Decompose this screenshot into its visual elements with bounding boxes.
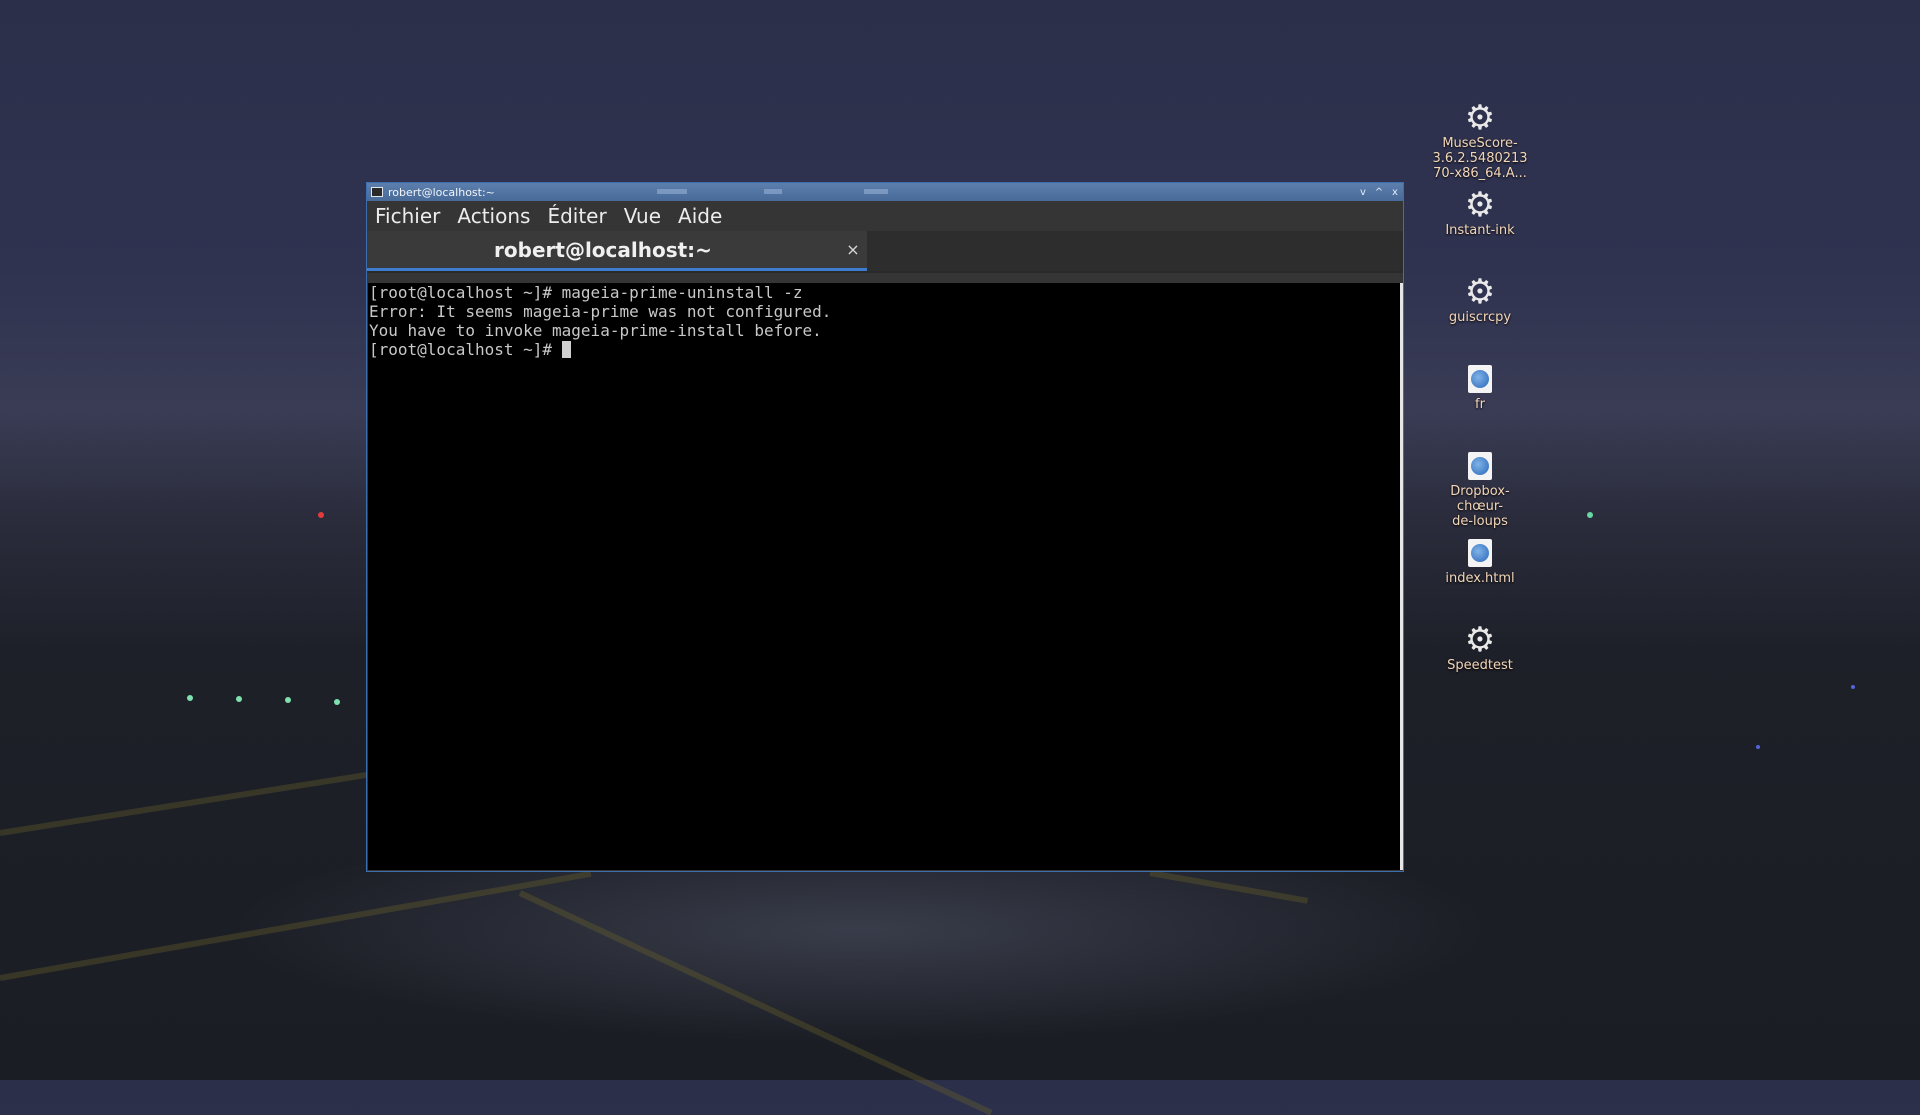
tab-close-icon[interactable]: × bbox=[839, 240, 867, 259]
desktop-icon-label: MuseScore-3.6.2.548021370-x86_64.A... bbox=[1432, 136, 1528, 181]
desktop-icon-label: Dropbox-chœur-de-loups bbox=[1450, 484, 1510, 529]
runway-light bbox=[318, 512, 324, 518]
desktop-icon-fr[interactable]: fr bbox=[1430, 361, 1530, 412]
desktop-icon-index-html[interactable]: index.html bbox=[1430, 535, 1530, 586]
runway-light bbox=[334, 699, 340, 705]
gear-icon: ⚙ bbox=[1464, 98, 1496, 138]
desktop-icon-speedtest[interactable]: ⚙ Speedtest bbox=[1430, 622, 1530, 673]
titlebar-decoration bbox=[864, 189, 888, 194]
tab-bar: robert@localhost:~ × bbox=[367, 231, 1403, 273]
terminal-line: Error: It seems mageia-prime was not con… bbox=[369, 302, 832, 321]
desktop-icon-dropbox[interactable]: Dropbox-chœur-de-loups bbox=[1430, 448, 1530, 529]
terminal-scrollbar[interactable] bbox=[1400, 283, 1403, 870]
terminal-line: [root@localhost ~]# mageia-prime-uninsta… bbox=[369, 283, 803, 302]
tab-terminal[interactable]: robert@localhost:~ × bbox=[367, 231, 867, 271]
menu-actions[interactable]: Actions bbox=[457, 204, 530, 228]
desktop-icon-label: Speedtest bbox=[1447, 658, 1513, 673]
runway-marking bbox=[1149, 870, 1309, 904]
runway-light bbox=[1851, 685, 1855, 689]
titlebar-decoration bbox=[657, 189, 687, 194]
menu-vue[interactable]: Vue bbox=[624, 204, 661, 228]
desktop-icon-musescore[interactable]: ⚙ MuseScore-3.6.2.548021370-x86_64.A... bbox=[1430, 100, 1530, 181]
runway-light bbox=[1756, 745, 1760, 749]
web-document-icon bbox=[1468, 452, 1492, 480]
terminal-output[interactable]: [root@localhost ~]# mageia-prime-uninsta… bbox=[368, 283, 1400, 870]
window-titlebar[interactable]: robert@localhost:~ v ^ x bbox=[367, 183, 1403, 201]
desktop-icon-label: Instant-ink bbox=[1445, 223, 1515, 238]
desktop-icon-label: index.html bbox=[1445, 571, 1515, 586]
close-window-button[interactable]: x bbox=[1387, 187, 1403, 198]
minimize-button[interactable]: v bbox=[1355, 187, 1371, 198]
runway-light bbox=[187, 695, 193, 701]
terminal-line: You have to invoke mageia-prime-install … bbox=[369, 321, 822, 340]
desktop-icon-instant-ink[interactable]: ⚙ Instant-ink bbox=[1430, 187, 1530, 238]
desktop-icon-label: fr bbox=[1475, 397, 1485, 412]
terminal-prompt: [root@localhost ~]# bbox=[369, 340, 562, 359]
menu-editer[interactable]: Éditer bbox=[547, 204, 606, 228]
titlebar-decoration bbox=[764, 189, 782, 194]
text-cursor bbox=[561, 341, 571, 358]
terminal-icon bbox=[371, 187, 383, 197]
runway-marking bbox=[518, 890, 993, 1115]
runway-marking bbox=[0, 870, 592, 981]
runway-light bbox=[236, 696, 242, 702]
runway-light bbox=[1587, 512, 1593, 518]
desktop-icon-guiscrcpy[interactable]: ⚙ guiscrcpy bbox=[1430, 274, 1530, 325]
runway-light bbox=[285, 697, 291, 703]
menu-bar: Fichier Actions Éditer Vue Aide bbox=[367, 201, 1403, 231]
menu-aide[interactable]: Aide bbox=[678, 204, 722, 228]
maximize-button[interactable]: ^ bbox=[1371, 187, 1387, 198]
terminal-prompt-line: [root@localhost ~]# bbox=[369, 340, 1399, 359]
desktop-icon-label: guiscrcpy bbox=[1448, 310, 1512, 325]
tab-label: robert@localhost:~ bbox=[494, 237, 712, 262]
menu-fichier[interactable]: Fichier bbox=[375, 204, 440, 228]
gear-icon: ⚙ bbox=[1464, 620, 1496, 660]
terminal-window[interactable]: robert@localhost:~ v ^ x Fichier Actions… bbox=[366, 182, 1404, 872]
web-document-icon bbox=[1468, 365, 1492, 393]
web-document-icon bbox=[1468, 539, 1492, 567]
gear-icon: ⚙ bbox=[1464, 185, 1496, 225]
gear-icon: ⚙ bbox=[1464, 272, 1496, 312]
